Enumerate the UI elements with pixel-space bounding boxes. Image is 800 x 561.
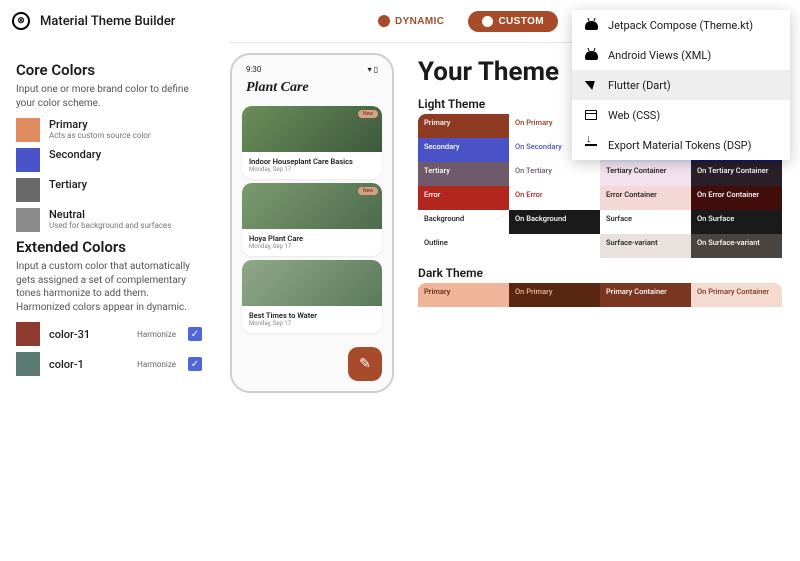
- core-colors-heading: Core Colors: [16, 61, 202, 79]
- color-cell-dark-primary-container[interactable]: Primary Container: [600, 283, 691, 307]
- color-cell-tertiary-container[interactable]: Tertiary Container: [600, 162, 691, 186]
- color-cell-tertiary[interactable]: Tertiary: [418, 162, 509, 186]
- export-item-flutter[interactable]: Flutter (Dart): [572, 70, 790, 100]
- tab-dynamic-label: DYNAMIC: [395, 16, 444, 27]
- harmonize-checkbox[interactable]: ✓: [188, 357, 202, 371]
- extended-color-row[interactable]: color-31 Harmonize ✓: [16, 322, 202, 346]
- color-cell-error[interactable]: Error: [418, 186, 509, 210]
- color-name: color-1: [49, 358, 128, 371]
- color-swatch[interactable]: [16, 208, 40, 232]
- export-item-label: Jetpack Compose (Theme.kt): [608, 19, 753, 32]
- color-cell-surface-variant[interactable]: Surface-variant: [600, 234, 691, 258]
- color-cell-error-container[interactable]: Error Container: [600, 186, 691, 210]
- color-cell-dark-on-primary[interactable]: On Primary: [509, 283, 600, 307]
- card-date: Monday, Sep 17: [249, 243, 375, 250]
- color-cell-dark-primary[interactable]: Primary: [418, 283, 509, 307]
- export-item-web[interactable]: Web (CSS): [572, 100, 790, 130]
- harmonize-label: Harmonize: [137, 330, 176, 339]
- color-swatch[interactable]: [16, 178, 40, 202]
- color-cell-on-background[interactable]: On Background: [509, 210, 600, 234]
- tab-custom-label: CUSTOM: [498, 16, 544, 27]
- phone-app-title: Plant Care: [240, 78, 384, 102]
- phone-frame: 9:30 ▾ ▯ Plant Care New Indoor Houseplan…: [230, 53, 394, 393]
- color-name: Primary: [49, 118, 88, 131]
- spark-icon: [378, 15, 390, 27]
- color-cell-on-surface[interactable]: On Surface: [691, 210, 782, 234]
- core-color-row[interactable]: Tertiary: [16, 178, 202, 202]
- color-name: color-31: [49, 328, 128, 341]
- color-name: Secondary: [49, 148, 101, 161]
- color-cell-dark-on-primary-container[interactable]: On Primary Container: [691, 283, 782, 307]
- export-item-android[interactable]: Jetpack Compose (Theme.kt): [572, 10, 790, 40]
- app-logo: ⊗: [12, 12, 30, 30]
- tab-custom[interactable]: CUSTOM: [468, 11, 558, 32]
- color-swatch[interactable]: [16, 148, 40, 172]
- color-name: Neutral: [49, 208, 85, 221]
- color-cell-on-error-container[interactable]: On Error Container: [691, 186, 782, 210]
- phone-time: 9:30: [246, 65, 261, 74]
- color-cell-surface[interactable]: Surface: [600, 210, 691, 234]
- extended-colors-desc: Input a custom color that automatically …: [16, 260, 202, 314]
- export-item-download[interactable]: Export Material Tokens (DSP): [572, 130, 790, 160]
- color-cell-primary[interactable]: Primary: [418, 114, 509, 138]
- card-image: New: [242, 106, 382, 152]
- phone-card[interactable]: Best Times to WaterMonday, Sep 17: [242, 260, 382, 333]
- core-color-row[interactable]: Secondary: [16, 148, 202, 172]
- color-sub: Acts as custom source color: [49, 131, 151, 140]
- color-cell-on-surface-variant[interactable]: On Surface-variant: [691, 234, 782, 258]
- card-image: [242, 260, 382, 306]
- tab-dynamic[interactable]: DYNAMIC: [364, 10, 458, 32]
- android-icon: [584, 18, 598, 32]
- app-title: Material Theme Builder: [40, 14, 175, 29]
- color-cell-empty[interactable]: [509, 234, 600, 258]
- phone-status-icons: ▾ ▯: [368, 65, 378, 74]
- color-swatch[interactable]: [16, 118, 40, 142]
- export-item-label: Android Views (XML): [608, 49, 711, 62]
- card-title: Hoya Plant Care: [249, 234, 375, 243]
- palette-icon: [482, 16, 493, 27]
- dark-theme-label: Dark Theme: [418, 266, 782, 280]
- export-item-label: Web (CSS): [608, 109, 660, 122]
- core-colors-desc: Input one or more brand color to define …: [16, 83, 202, 110]
- core-color-row[interactable]: PrimaryActs as custom source color: [16, 118, 202, 142]
- export-item-label: Flutter (Dart): [608, 79, 671, 92]
- color-swatch[interactable]: [16, 352, 40, 376]
- color-cell-on-tertiary-container[interactable]: On Tertiary Container: [691, 162, 782, 186]
- color-cell-background[interactable]: Background: [418, 210, 509, 234]
- extended-colors-heading: Extended Colors: [16, 238, 202, 256]
- harmonize-label: Harmonize: [137, 360, 176, 369]
- web-icon: [584, 108, 598, 122]
- flutter-icon: [584, 78, 598, 92]
- phone-card[interactable]: New Indoor Houseplant Care BasicsMonday,…: [242, 106, 382, 179]
- sidebar-colors: Core Colors Input one or more brand colo…: [0, 43, 218, 561]
- color-name: Tertiary: [49, 178, 87, 191]
- download-icon: [584, 138, 598, 152]
- pencil-icon: ✎: [359, 356, 371, 372]
- phone-preview-panel: 9:30 ▾ ▯ Plant Care New Indoor Houseplan…: [218, 43, 406, 561]
- color-cell-on-tertiary[interactable]: On Tertiary: [509, 162, 600, 186]
- color-cell-outline[interactable]: Outline: [418, 234, 509, 258]
- card-date: Monday, Sep 17: [249, 320, 375, 327]
- extended-color-row[interactable]: color-1 Harmonize ✓: [16, 352, 202, 376]
- android-icon: [584, 48, 598, 62]
- card-title: Best Times to Water: [249, 311, 375, 320]
- export-menu: Jetpack Compose (Theme.kt) Android Views …: [572, 10, 790, 160]
- export-item-android[interactable]: Android Views (XML): [572, 40, 790, 70]
- color-sub: Used for background and surfaces: [49, 221, 171, 230]
- card-title: Indoor Houseplant Care Basics: [249, 157, 375, 166]
- core-color-row[interactable]: NeutralUsed for background and surfaces: [16, 208, 202, 232]
- fab-edit[interactable]: ✎: [348, 347, 382, 381]
- color-cell-secondary[interactable]: Secondary: [418, 138, 509, 162]
- color-cell-on-error[interactable]: On Error: [509, 186, 600, 210]
- new-badge: New: [358, 187, 378, 195]
- harmonize-checkbox[interactable]: ✓: [188, 327, 202, 341]
- card-date: Monday, Sep 17: [249, 166, 375, 173]
- color-swatch[interactable]: [16, 322, 40, 346]
- phone-status-bar: 9:30 ▾ ▯: [240, 63, 384, 78]
- new-badge: New: [358, 110, 378, 118]
- card-image: New: [242, 183, 382, 229]
- export-item-label: Export Material Tokens (DSP): [608, 139, 751, 152]
- phone-card[interactable]: New Hoya Plant CareMonday, Sep 17: [242, 183, 382, 256]
